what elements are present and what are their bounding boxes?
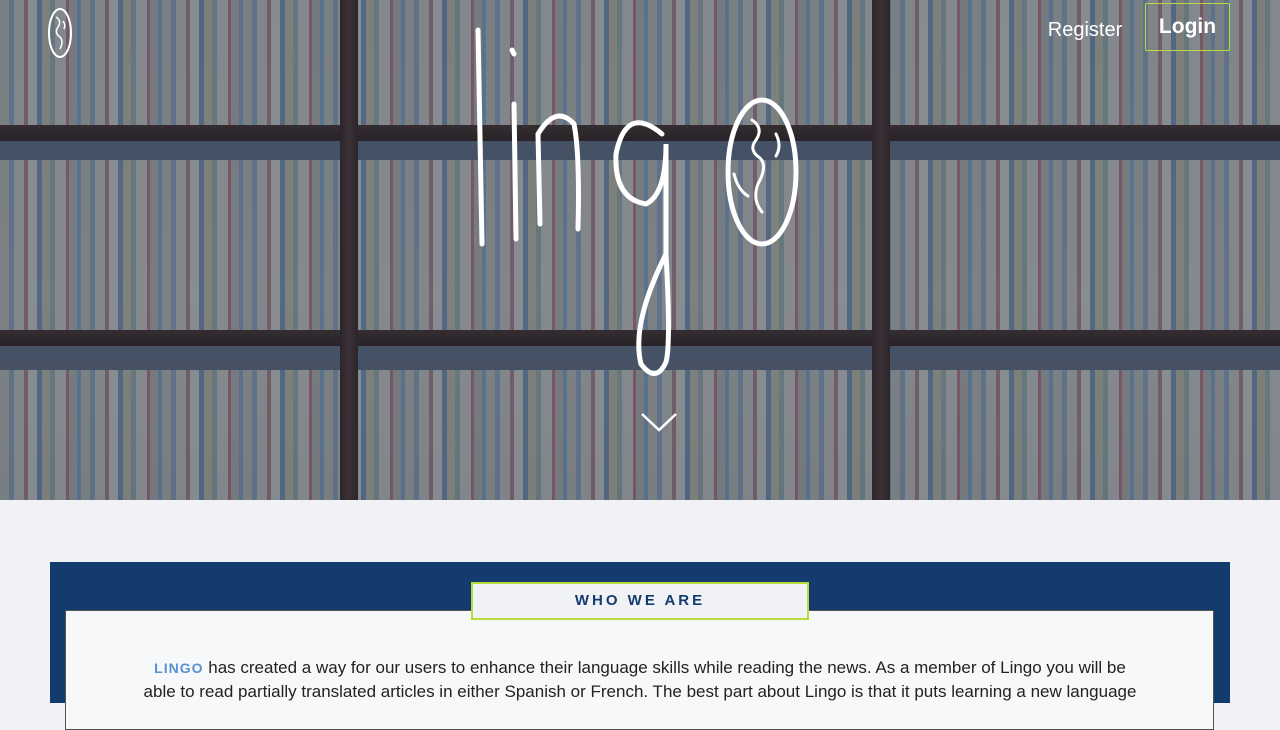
brand-name: LINGO [154,660,204,676]
lingo-logo [466,24,802,380]
section-title: WHO WE ARE [471,582,809,620]
register-link[interactable]: Register [1044,16,1126,44]
login-button[interactable]: Login [1145,3,1230,51]
globe-outline-icon[interactable] [46,7,74,59]
chevron-down-icon[interactable] [640,410,678,434]
who-we-are-text: LINGO has created a way for our users to… [62,656,1218,704]
text-fragment: has created a way for our users to enhan… [203,658,1126,677]
text-line: LINGO has created a way for our users to… [62,656,1218,680]
hero-banner: Register Login [0,0,1280,500]
text-line: able to read partially translated articl… [143,682,1137,701]
